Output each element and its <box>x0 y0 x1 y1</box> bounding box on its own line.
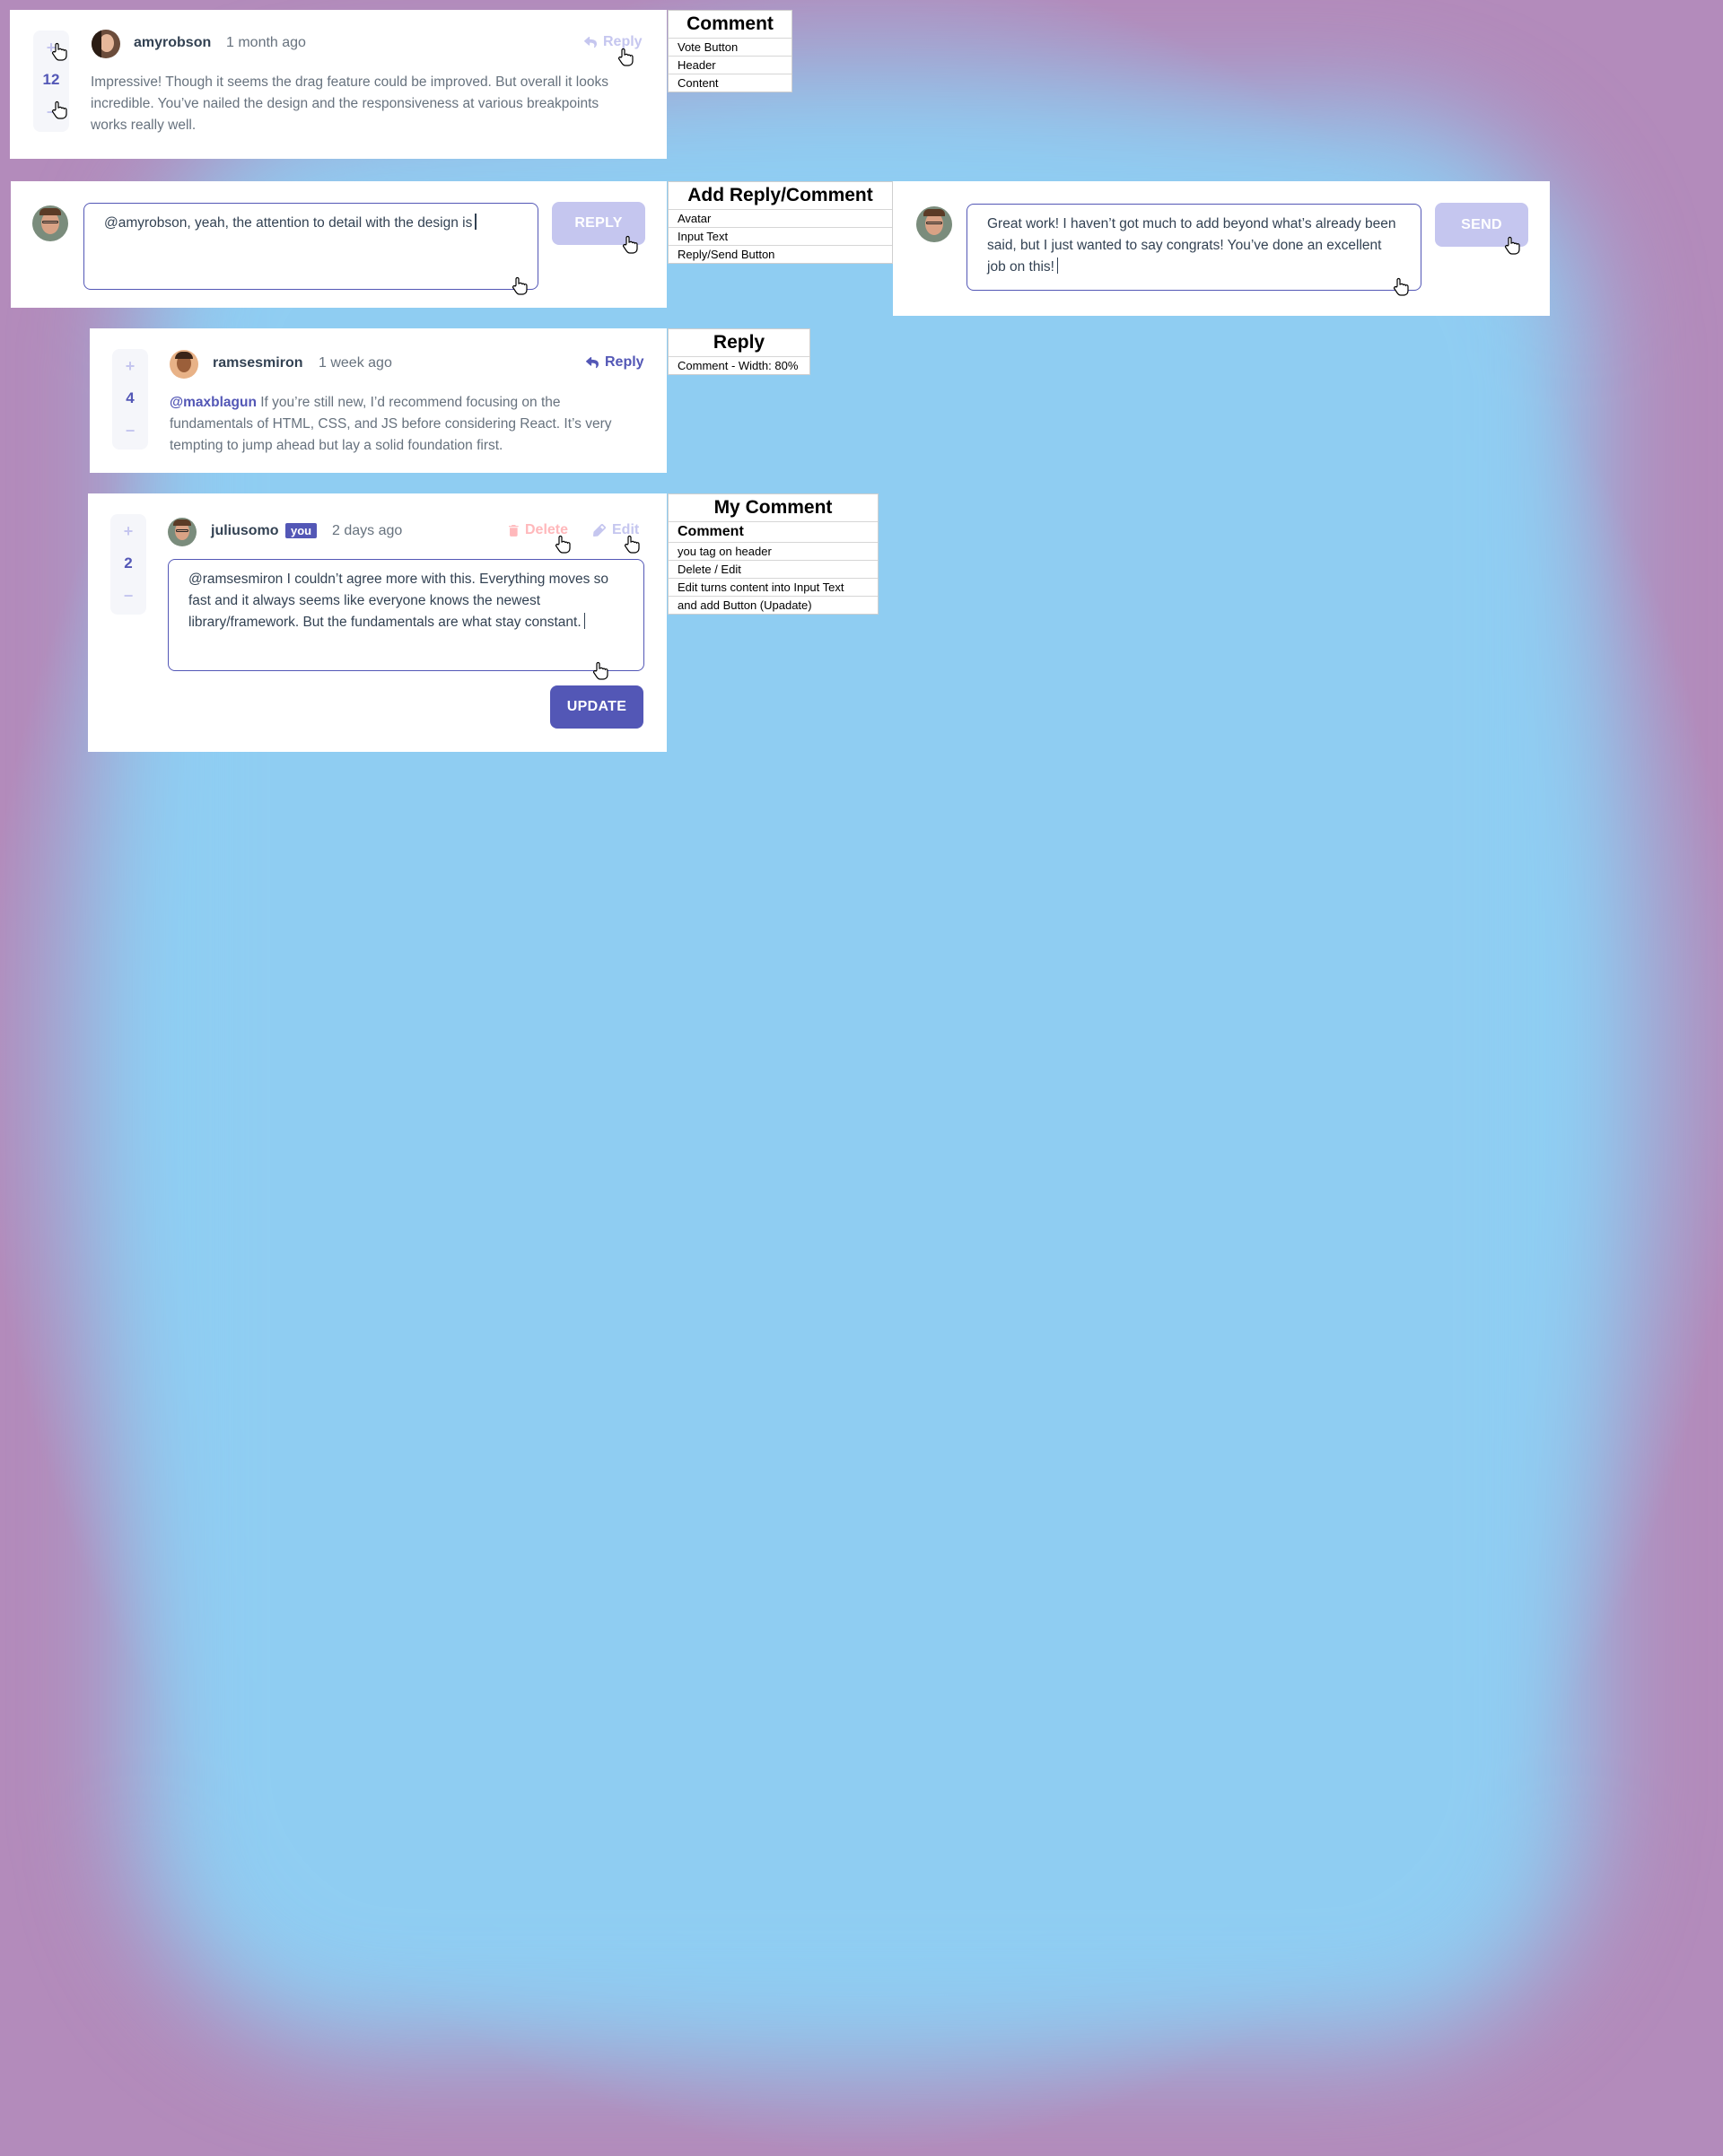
avatar <box>32 205 68 241</box>
reply-button[interactable]: Reply <box>586 354 644 371</box>
note-row: Input Text <box>669 228 892 246</box>
vote-score: 12 <box>42 71 60 88</box>
note-row: Reply/Send Button <box>678 248 775 261</box>
avatar <box>916 206 952 242</box>
pencil-icon <box>593 524 606 537</box>
text-caret <box>583 613 586 629</box>
vote-button: + 4 − <box>112 349 148 450</box>
reply-card: + 4 − ramsesmiron 1 week ago Reply @maxb… <box>90 328 667 473</box>
note-title: Add Reply/Comment <box>669 182 892 210</box>
my-comment-card: + 2 − juliusomo you 2 days ago Delete Ed… <box>88 493 667 752</box>
avatar <box>168 518 197 546</box>
mention-link[interactable]: @maxblagun <box>170 395 257 410</box>
text-caret <box>475 214 477 230</box>
username[interactable]: juliusomo <box>211 523 279 539</box>
hand-cursor-icon <box>593 661 608 680</box>
note-row: you tag on header <box>669 543 878 561</box>
timestamp: 2 days ago <box>332 523 403 538</box>
upvote-button[interactable]: + <box>110 521 146 541</box>
reply-label: Reply <box>605 354 644 370</box>
reply-input[interactable]: @amyrobson, yeah, the attention to detai… <box>83 203 538 290</box>
avatar <box>170 350 198 379</box>
note-my-comment: My Comment Comment you tag on header Del… <box>668 493 879 615</box>
comment-content: Impressive! Though it seems the drag fea… <box>91 74 608 133</box>
hand-cursor-icon <box>1505 236 1520 255</box>
downvote-button[interactable]: − <box>110 586 146 606</box>
vote-score: 2 <box>124 554 133 572</box>
note-row: Header <box>669 57 792 74</box>
hand-cursor-icon <box>512 276 528 295</box>
note-row: Content <box>678 76 719 90</box>
update-button[interactable]: UPDATE <box>550 685 643 729</box>
hand-cursor-icon <box>52 100 67 119</box>
note-row: Delete / Edit <box>669 561 878 579</box>
note-title: Comment <box>669 11 792 39</box>
note-comment: Comment Vote Button Header Content <box>668 10 792 92</box>
note-row: Avatar <box>669 210 892 228</box>
hand-cursor-icon <box>618 48 634 66</box>
note-row: Edit turns content into Input Text <box>669 579 878 597</box>
note-row: Comment - Width: 80% <box>678 359 799 372</box>
add-comment-card: Great work! I haven’t got much to add be… <box>893 181 1550 316</box>
reply-icon <box>584 36 597 48</box>
add-reply-card: @amyrobson, yeah, the attention to detai… <box>11 181 667 308</box>
note-title: Reply <box>669 329 809 357</box>
reply-content: @maxblagun If you’re still new, I’d reco… <box>170 392 645 457</box>
timestamp: 1 month ago <box>226 35 306 50</box>
reply-icon <box>586 356 599 368</box>
edit-input-text: @ramsesmiron I couldn’t agree more with … <box>188 572 608 630</box>
hand-cursor-icon <box>625 535 640 554</box>
note-row: and add Button (Upadate) <box>678 598 812 612</box>
hand-cursor-icon <box>52 42 67 61</box>
vote-score: 4 <box>126 389 135 406</box>
vote-button: + 2 − <box>110 514 146 615</box>
downvote-button[interactable]: − <box>112 421 148 441</box>
comment-input[interactable]: Great work! I haven’t got much to add be… <box>966 204 1421 291</box>
note-reply: Reply Comment - Width: 80% <box>668 328 810 375</box>
trash-icon <box>509 524 519 537</box>
hand-cursor-icon <box>1394 277 1409 296</box>
hand-cursor-icon <box>555 535 571 554</box>
text-caret <box>1056 257 1059 274</box>
upvote-button[interactable]: + <box>112 356 148 376</box>
note-add: Add Reply/Comment Avatar Input Text Repl… <box>668 181 893 264</box>
you-tag: you <box>285 523 318 538</box>
reply-input-text: @amyrobson, yeah, the attention to detai… <box>104 215 473 231</box>
note-row: Vote Button <box>669 39 792 57</box>
comment-input-text: Great work! I haven’t got much to add be… <box>987 216 1396 275</box>
comment-card: + 12 − amyrobson 1 month ago Reply Impre… <box>10 10 667 159</box>
note-title: My Comment <box>669 494 878 522</box>
hand-cursor-icon <box>623 235 638 254</box>
edit-input[interactable]: @ramsesmiron I couldn’t agree more with … <box>168 559 644 671</box>
username[interactable]: amyrobson <box>134 35 211 51</box>
timestamp: 1 week ago <box>319 355 392 371</box>
note-subtitle: Comment <box>669 522 878 543</box>
avatar <box>92 30 120 58</box>
username[interactable]: ramsesmiron <box>213 355 303 371</box>
